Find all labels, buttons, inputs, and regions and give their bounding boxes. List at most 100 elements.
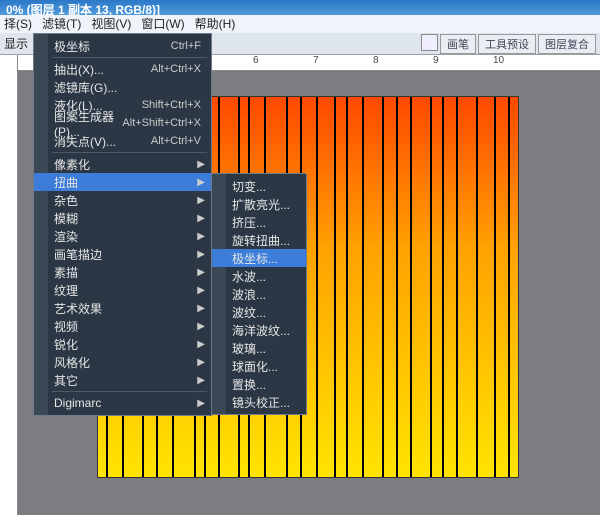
menu-item-label: 艺术效果 (54, 300, 201, 317)
menu-item[interactable]: 素描▶ (34, 263, 211, 281)
menu-item[interactable]: 模糊▶ (34, 209, 211, 227)
tab-brushes[interactable]: 画笔 (440, 34, 476, 54)
menu-item-label: 模糊 (54, 210, 201, 227)
menu-item[interactable]: 纹理▶ (34, 281, 211, 299)
menu-item-label: 挤压... (232, 214, 296, 231)
submenu-arrow-icon: ▶ (197, 213, 205, 224)
menu-item-label: 风格化 (54, 354, 201, 371)
menu-item-label: 玻璃... (232, 340, 296, 357)
toolbar-label: 显示 (4, 35, 28, 52)
menu-item-label: 海洋波纹... (232, 322, 296, 339)
menu-item-label: 滤镜库(G)... (54, 79, 201, 96)
menu-item[interactable]: 渲染▶ (34, 227, 211, 245)
menu-help[interactable]: 帮助(H) (195, 15, 236, 33)
submenu-arrow-icon: ▶ (197, 177, 205, 188)
menu-separator (52, 57, 207, 58)
menu-item-label: 极坐标 (54, 38, 171, 55)
menu-item-label: 画笔描边 (54, 246, 201, 263)
menu-item[interactable]: 扭曲▶ (34, 173, 211, 191)
submenu-arrow-icon: ▶ (197, 339, 205, 350)
menu-item[interactable]: 视频▶ (34, 317, 211, 335)
menu-accelerator: Ctrl+F (171, 40, 201, 52)
menu-item-label: 扩散亮光... (232, 196, 296, 213)
ruler-tick: 6 (253, 55, 259, 66)
menu-item-label: 消失点(V)... (54, 133, 151, 150)
menu-item[interactable]: 玻璃... (212, 339, 306, 357)
menu-separator (52, 391, 207, 392)
menu-item-label: 其它 (54, 372, 201, 389)
menu-item[interactable]: 锐化▶ (34, 335, 211, 353)
submenu-arrow-icon: ▶ (197, 231, 205, 242)
menu-item-label: 扭曲 (54, 174, 201, 191)
menu-item-label: 水波... (232, 268, 296, 285)
ruler-tick: 8 (373, 55, 379, 66)
menu-item[interactable]: 消失点(V)...Alt+Ctrl+V (34, 132, 211, 150)
menu-item[interactable]: 切变... (212, 177, 306, 195)
menu-select[interactable]: 择(S) (4, 15, 32, 33)
menu-item[interactable]: 镜头校正... (212, 393, 306, 411)
menu-accelerator: Alt+Ctrl+X (151, 63, 201, 75)
app-menubar: 择(S) 滤镜(T) 视图(V) 窗口(W) 帮助(H) (0, 15, 600, 33)
palette-toggle-icon[interactable] (421, 34, 438, 51)
menu-item[interactable]: 波纹... (212, 303, 306, 321)
menu-item-label: 锐化 (54, 336, 201, 353)
menu-window[interactable]: 窗口(W) (141, 15, 184, 33)
menu-item[interactable]: 画笔描边▶ (34, 245, 211, 263)
submenu-arrow-icon: ▶ (197, 398, 205, 409)
menu-item-label: 球面化... (232, 358, 296, 375)
menu-item-label: 抽出(X)... (54, 61, 151, 78)
menu-item-label: 极坐标... (232, 250, 296, 267)
menu-item-label: 渲染 (54, 228, 201, 245)
menu-item-label: 波纹... (232, 304, 296, 321)
submenu-arrow-icon: ▶ (197, 303, 205, 314)
tab-layer-comps[interactable]: 图层复合 (538, 34, 596, 54)
menu-item[interactable]: 风格化▶ (34, 353, 211, 371)
menu-item-label: 纹理 (54, 282, 201, 299)
submenu-arrow-icon: ▶ (197, 357, 205, 368)
submenu-arrow-icon: ▶ (197, 195, 205, 206)
menu-item-label: 像素化 (54, 156, 201, 173)
menu-item[interactable]: 极坐标Ctrl+F (34, 37, 211, 55)
menu-item[interactable]: 扩散亮光... (212, 195, 306, 213)
menu-item-label: 杂色 (54, 192, 201, 209)
menu-item[interactable]: 其它▶ (34, 371, 211, 389)
submenu-arrow-icon: ▶ (197, 375, 205, 386)
ruler-tick: 9 (433, 55, 439, 66)
menu-item[interactable]: 杂色▶ (34, 191, 211, 209)
menu-item[interactable]: 图案生成器(P)...Alt+Shift+Ctrl+X (34, 114, 211, 132)
menu-view[interactable]: 视图(V) (91, 15, 131, 33)
window-titlebar: 0% (图层 1 副本 13, RGB/8)] (0, 0, 600, 15)
menu-item[interactable]: 极坐标... (212, 249, 306, 267)
ruler-vertical (0, 55, 18, 515)
menu-item-label: 波浪... (232, 286, 296, 303)
menu-separator (52, 152, 207, 153)
menu-item[interactable]: 像素化▶ (34, 155, 211, 173)
menu-item-label: 置换... (232, 376, 296, 393)
menu-item[interactable]: 球面化... (212, 357, 306, 375)
menu-item[interactable]: 艺术效果▶ (34, 299, 211, 317)
menu-item[interactable]: 置换... (212, 375, 306, 393)
menu-item[interactable]: 抽出(X)...Alt+Ctrl+X (34, 60, 211, 78)
filter-menu-dropdown: 极坐标Ctrl+F抽出(X)...Alt+Ctrl+X滤镜库(G)...液化(L… (33, 33, 212, 416)
ruler-tick: 7 (313, 55, 319, 66)
ruler-tick: 10 (493, 55, 504, 66)
menu-item[interactable]: 旋转扭曲... (212, 231, 306, 249)
menu-item-label: 镜头校正... (232, 394, 296, 411)
menu-item-label: 切变... (232, 178, 296, 195)
menu-item[interactable]: 滤镜库(G)... (34, 78, 211, 96)
menu-item[interactable]: 海洋波纹... (212, 321, 306, 339)
menu-item-label: 旋转扭曲... (232, 232, 296, 249)
menu-accelerator: Alt+Shift+Ctrl+X (122, 117, 201, 129)
submenu-arrow-icon: ▶ (197, 267, 205, 278)
menu-filter[interactable]: 滤镜(T) (42, 15, 81, 33)
menu-item[interactable]: 波浪... (212, 285, 306, 303)
tab-tool-presets[interactable]: 工具预设 (478, 34, 536, 54)
menu-item-label: 素描 (54, 264, 201, 281)
menu-accelerator: Alt+Ctrl+V (151, 135, 201, 147)
menu-item-label: 视频 (54, 318, 201, 335)
distort-submenu: 切变...扩散亮光...挤压...旋转扭曲...极坐标...水波...波浪...… (211, 173, 307, 415)
menu-item[interactable]: 水波... (212, 267, 306, 285)
menu-accelerator: Shift+Ctrl+X (142, 99, 201, 111)
menu-item[interactable]: 挤压... (212, 213, 306, 231)
menu-item[interactable]: Digimarc▶ (34, 394, 211, 412)
